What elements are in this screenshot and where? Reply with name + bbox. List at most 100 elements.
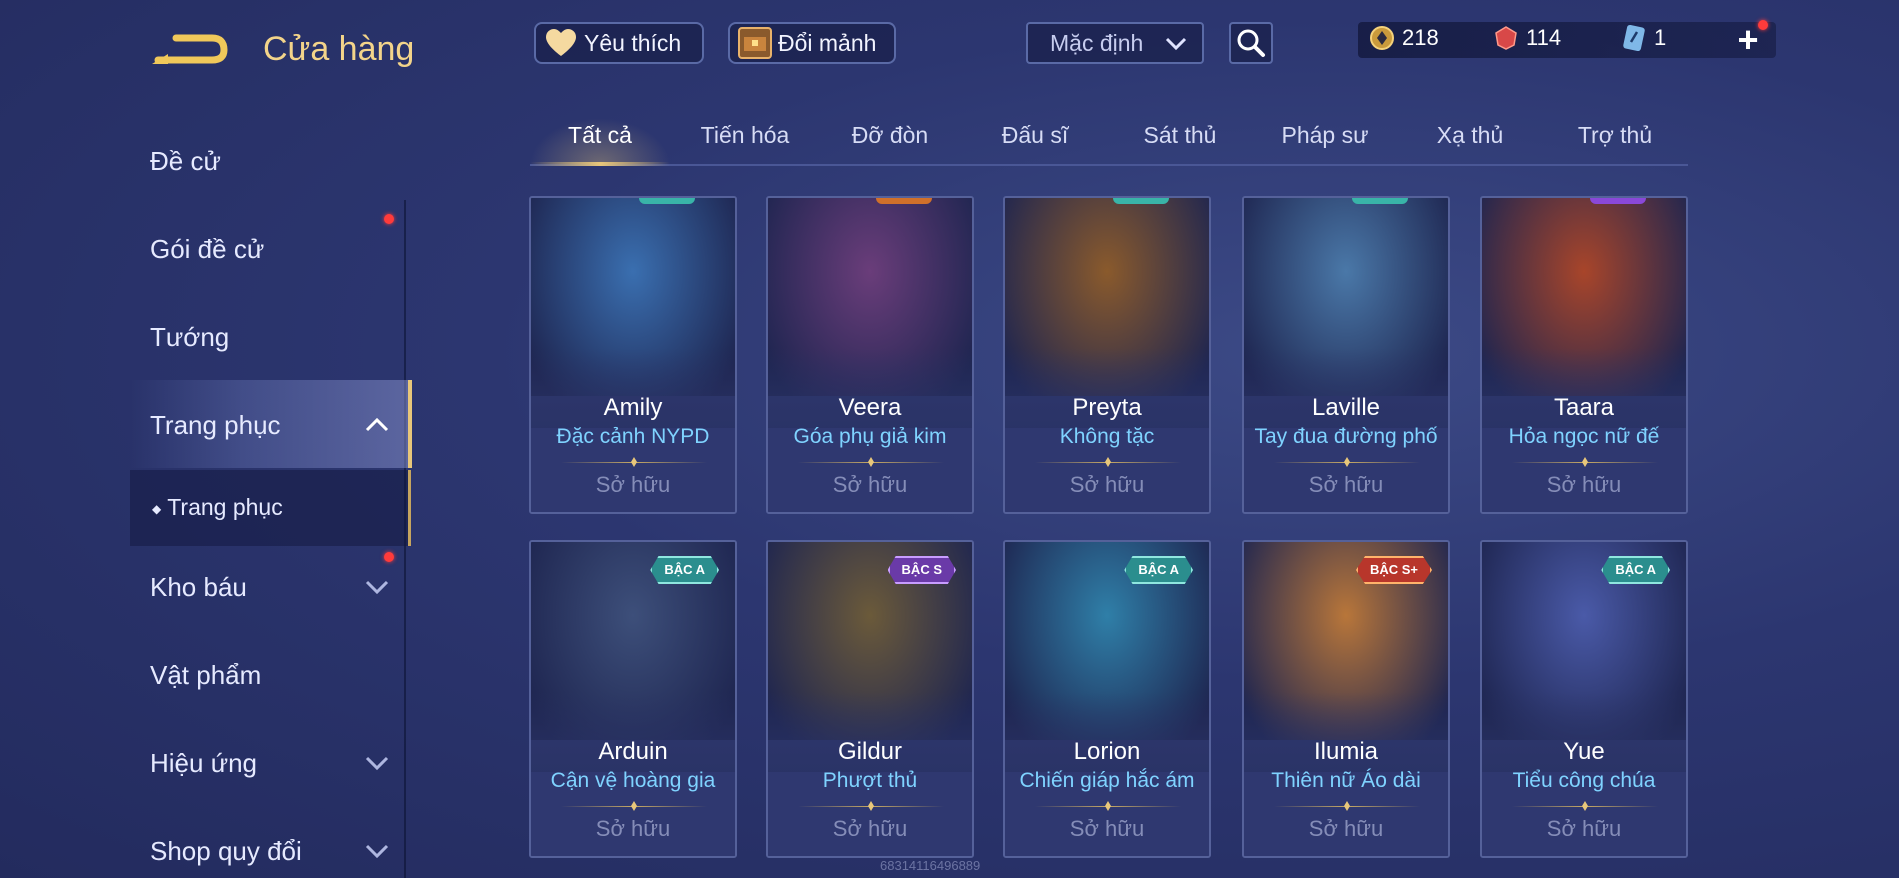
hero-name: Preyta [1072,394,1142,421]
sidebar-item-exchange-shop[interactable]: Shop quy đổi [150,836,302,867]
skin-name: Hỏa ngọc nữ đế [1508,425,1660,448]
ownership-status: Sở hữu [1308,816,1384,841]
tab-mage[interactable]: Pháp sư [1255,122,1395,149]
page-title: Cửa hàng [263,30,415,68]
bullet-icon: ◆ [152,501,162,516]
voucher-amount: 1 [1654,25,1667,50]
skin-card[interactable]: Preyta Không tặc Sở hữu [1003,196,1211,514]
hero-name: Veera [838,394,902,421]
gold-balance: 218 [1368,24,1439,52]
notification-dot [384,214,394,224]
ownership-status: Sở hữu [1546,472,1622,497]
tab-fighter[interactable]: Đấu sĩ [965,122,1105,149]
sidebar-item-effects[interactable]: Hiệu ứng [150,748,257,779]
hero-name: Amily [603,394,663,421]
hero-name: Gildur [837,738,903,765]
ownership-status: Sở hữu [1069,816,1145,841]
tab-marksman[interactable]: Xạ thủ [1400,122,1540,149]
chevron-down-icon [1165,37,1187,51]
ownership-status: Sở hữu [1308,472,1384,497]
back-button[interactable] [150,30,230,70]
tab-all[interactable]: Tất cả [530,122,670,149]
red-gem-icon [1492,24,1520,52]
tab-active-underline [530,162,670,166]
gem-amount: 114 [1526,25,1562,50]
gold-amount: 218 [1402,25,1439,50]
gold-coin-icon [1368,24,1396,52]
skin-name: Phượt thủ [822,769,918,792]
tier-badge: BẬC A [650,556,719,584]
ownership-status: Sở hữu [1069,472,1145,497]
favorites-label: Yêu thích [584,29,682,56]
search-icon [1237,29,1265,57]
watermark: 68314116496889 [880,858,981,873]
skin-name: Tiểu công chúa [1512,769,1656,792]
search-button[interactable] [1229,22,1273,64]
hero-name: Ilumia [1313,738,1379,765]
tier-badge: BẬC A [1124,556,1193,584]
skin-name: Đặc cảnh NYPD [556,425,710,448]
skin-card[interactable]: Taara Hỏa ngọc nữ đế Sở hữu [1480,196,1688,514]
skin-card[interactable]: BẬC A Yue Tiểu công chúa Sở hữu [1480,540,1688,858]
ownership-status: Sở hữu [832,816,908,841]
hero-name: Taara [1553,394,1615,421]
skin-name: Cận vệ hoàng gia [550,769,716,792]
heart-icon [544,28,578,58]
voucher-icon [1620,24,1648,52]
back-arrow-icon [152,34,228,64]
skin-name: Không tặc [1059,425,1155,448]
sidebar-subitem-label: Trang phục [167,494,283,520]
skin-name: Tay đua đường phố [1254,425,1438,448]
notification-dot [384,552,394,562]
tabs-divider [530,164,1688,166]
exchange-shards-button[interactable]: Đổi mảnh [728,22,896,64]
hero-name: Laville [1311,394,1381,421]
plus-icon: + [1737,19,1759,60]
tier-badge: BẬC S+ [1355,556,1432,584]
sidebar-item-recommended-packs[interactable]: Gói đề cử [150,234,264,265]
chevron-up-icon [365,417,389,432]
tab-assassin[interactable]: Sát thủ [1110,122,1250,149]
sidebar-item-treasure[interactable]: Kho báu [150,572,247,603]
exchange-label: Đổi mảnh [778,29,877,56]
sidebar-item-recommended[interactable]: Đề cử [150,146,221,177]
tier-badge-partial [876,198,932,204]
chest-icon [738,27,772,59]
sort-value: Mặc định [1050,29,1144,56]
ownership-status: Sở hữu [1546,816,1622,841]
skin-card[interactable]: BẬC S+ Ilumia Thiên nữ Áo dài Sở hữu [1242,540,1450,858]
tier-badge-partial [1352,198,1408,204]
hero-name: Lorion [1073,738,1141,765]
chevron-down-icon [365,756,389,771]
ownership-status: Sở hữu [832,472,908,497]
tab-tank[interactable]: Đỡ đòn [820,122,960,149]
tier-badge-partial [639,198,695,204]
tab-evolution[interactable]: Tiến hóa [675,122,815,149]
sort-dropdown[interactable]: Mặc định [1026,22,1204,64]
tab-support[interactable]: Trợ thủ [1545,122,1685,149]
gem-balance: 114 [1492,24,1561,52]
skin-card[interactable]: BẬC S Gildur Phượt thủ Sở hữu [766,540,974,858]
tier-badge-partial [1590,198,1646,204]
skin-card[interactable]: BẬC A Lorion Chiến giáp hắc ám Sở hữu [1003,540,1211,858]
skin-card[interactable]: Amily Đặc cảnh NYPD Sở hữu [529,196,737,514]
tier-badge: BẬC S [887,556,956,584]
hero-name: Yue [1563,738,1605,765]
skin-card[interactable]: Veera Góa phụ giả kim Sở hữu [766,196,974,514]
sidebar-item-skins[interactable]: Trang phục [150,410,281,441]
skin-name: Chiến giáp hắc ám [1019,769,1195,792]
tier-badge: BẬC A [1601,556,1670,584]
favorites-button[interactable]: Yêu thích [534,22,704,64]
chevron-down-icon [365,844,389,859]
hero-name: Arduin [598,738,668,765]
sidebar-item-heroes[interactable]: Tướng [150,322,229,353]
voucher-balance: 1 [1620,24,1666,52]
skin-name: Góa phụ giả kim [793,425,947,448]
skin-card[interactable]: Laville Tay đua đường phố Sở hữu [1242,196,1450,514]
notification-dot [1758,20,1768,30]
tier-badge-partial [1113,198,1169,204]
sidebar-subitem-skins[interactable]: ◆ Trang phục [152,494,283,521]
sidebar-item-items[interactable]: Vật phẩm [150,660,261,691]
skin-card[interactable]: BẬC A Arduin Cận vệ hoàng gia Sở hữu [529,540,737,858]
skin-name: Thiên nữ Áo dài [1271,769,1421,792]
